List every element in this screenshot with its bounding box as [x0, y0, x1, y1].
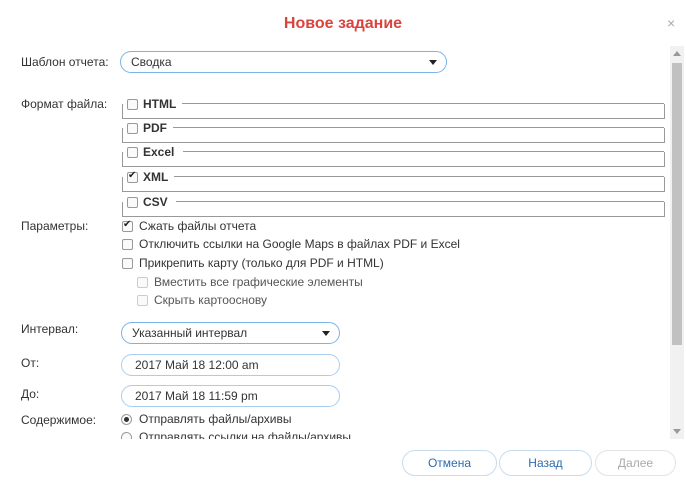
attach-map-checkbox[interactable]	[122, 258, 133, 269]
interval-select[interactable]: Указанный интервал	[121, 322, 340, 344]
from-field[interactable]: 2017 Май 18 12:00 am	[121, 354, 340, 376]
to-label: До:	[21, 387, 40, 401]
scroll-up-icon[interactable]	[673, 51, 681, 56]
send-files-radio[interactable]	[121, 414, 132, 425]
template-select[interactable]: Сводка	[120, 51, 447, 73]
format-box-excel	[122, 152, 665, 167]
format-line	[174, 176, 664, 177]
dialog-title: Новое задание	[283, 15, 403, 32]
format-excel[interactable]: Excel	[127, 145, 179, 159]
format-csv-checkbox[interactable]	[127, 196, 138, 208]
compress-checkbox[interactable]	[122, 219, 133, 232]
dialog-body: Шаблон отчета: Сводка Формат файла: HTML…	[0, 46, 665, 439]
disable-maps-links-label: Отключить ссылки на Google Maps в файлах…	[139, 237, 460, 251]
disable-maps-links-checkbox[interactable]	[122, 239, 133, 250]
send-links-label: Отправлять ссылки на файлы/архивы	[139, 430, 352, 439]
back-button[interactable]: Назад	[499, 450, 592, 476]
format-box-csv	[122, 202, 665, 217]
interval-select-value: Указанный интервал	[132, 326, 248, 340]
format-excel-label: Excel	[143, 145, 175, 159]
template-label: Шаблон отчета:	[21, 55, 109, 69]
scrollbar[interactable]	[670, 46, 684, 439]
next-button[interactable]: Далее	[595, 450, 676, 476]
template-select-value: Сводка	[131, 55, 172, 69]
format-line	[182, 103, 664, 104]
content-label: Содержимое:	[21, 413, 97, 427]
hide-basemap-checkbox[interactable]	[137, 295, 148, 306]
fit-graphics-label: Вместить все графические элементы	[154, 275, 363, 289]
format-xml-label: XML	[143, 170, 169, 184]
format-line	[183, 151, 664, 152]
send-files-label: Отправлять файлы/архивы	[139, 412, 292, 426]
format-html-checkbox[interactable]	[127, 98, 138, 110]
format-pdf[interactable]: PDF	[127, 121, 171, 135]
scroll-thumb[interactable]	[672, 63, 682, 345]
format-pdf-label: PDF	[143, 121, 167, 135]
format-box-html	[122, 104, 665, 119]
from-label: От:	[21, 356, 40, 370]
hide-basemap-label: Скрыть картооснову	[154, 293, 268, 307]
attach-map-label: Прикрепить карту (только для PDF и HTML)	[139, 256, 384, 270]
format-line	[176, 201, 664, 202]
cancel-button[interactable]: Отмена	[402, 450, 497, 476]
format-box-xml	[122, 177, 665, 192]
format-html-label: HTML	[143, 97, 177, 111]
format-box-pdf	[122, 128, 665, 143]
scroll-down-icon[interactable]	[673, 429, 681, 434]
to-field[interactable]: 2017 Май 18 11:59 pm	[121, 385, 340, 407]
file-format-label: Формат файла:	[21, 97, 108, 111]
format-excel-checkbox[interactable]	[127, 146, 138, 158]
fit-graphics-checkbox[interactable]	[137, 277, 148, 288]
format-html[interactable]: HTML	[127, 97, 181, 111]
format-xml-checkbox[interactable]	[127, 170, 138, 183]
chevron-down-icon	[429, 60, 437, 65]
format-csv-label: CSV	[143, 195, 168, 209]
interval-label: Интервал:	[21, 322, 79, 336]
format-pdf-checkbox[interactable]	[127, 122, 138, 134]
params-label: Параметры:	[21, 219, 89, 233]
chevron-down-icon	[322, 331, 330, 336]
format-csv[interactable]: CSV	[127, 195, 172, 209]
send-links-radio[interactable]	[121, 432, 132, 439]
close-icon[interactable]: ×	[667, 16, 675, 30]
compress-label: Сжать файлы отчета	[139, 219, 257, 233]
format-xml[interactable]: XML	[127, 170, 173, 184]
format-line	[173, 127, 664, 128]
